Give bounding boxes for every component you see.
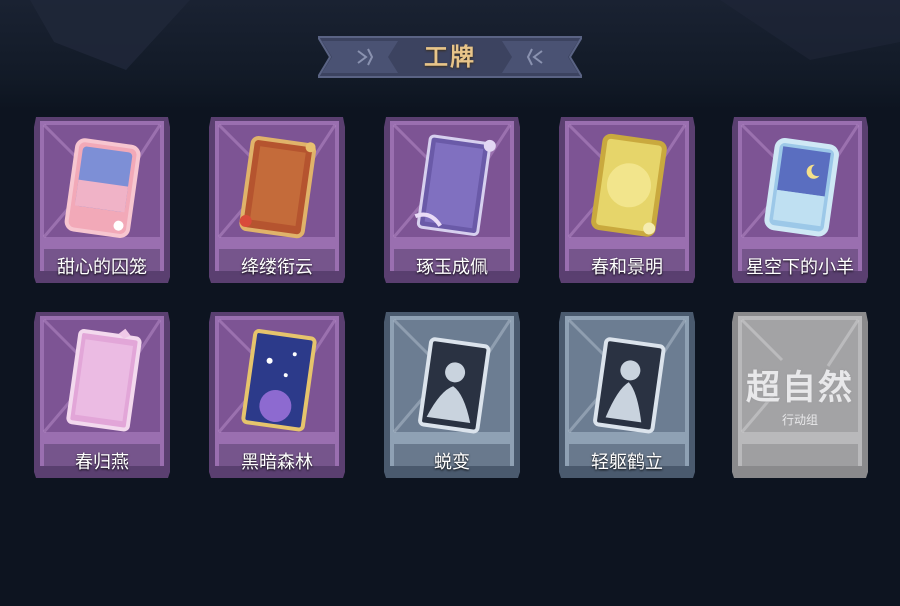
card-art	[241, 329, 317, 432]
card-label: 轻躯鹤立	[591, 452, 663, 473]
card-label: 琢玉成佩	[416, 257, 488, 278]
title-banner: 工牌	[318, 33, 582, 81]
card-art	[66, 328, 142, 432]
card-label: 星空下的小羊	[746, 257, 854, 278]
card-art	[64, 138, 141, 238]
card-label	[728, 448, 872, 478]
badge-card[interactable]: 星空下的小羊	[728, 113, 872, 285]
badge-card[interactable]: 蜕变	[380, 308, 524, 480]
card-art	[239, 136, 317, 239]
badge-card[interactable]: 春归燕	[30, 308, 174, 480]
badge-card[interactable]: 超自然 行动组	[728, 308, 872, 480]
game-logo: 超自然 行动组	[728, 360, 872, 428]
card-label: 春归燕	[75, 452, 129, 473]
card-label: 黑暗森林	[241, 452, 313, 473]
logo-subtext: 行动组	[781, 413, 818, 427]
badge-card[interactable]: 黑暗森林	[205, 308, 349, 480]
logo-text: 超自然	[746, 368, 854, 408]
badge-card[interactable]: 绛缕衔云	[205, 113, 349, 285]
badge-card[interactable]: 甜心的囚笼	[30, 113, 174, 285]
badge-card[interactable]: 轻躯鹤立	[555, 308, 699, 480]
card-label: 绛缕衔云	[241, 257, 313, 278]
badge-card[interactable]: 琢玉成佩	[380, 113, 524, 285]
card-label: 蜕变	[434, 452, 470, 473]
page-title: 工牌	[424, 43, 476, 71]
card-art	[418, 337, 491, 434]
card-art	[591, 133, 667, 237]
card-art	[764, 138, 839, 237]
badge-card[interactable]: 春和景明	[555, 113, 699, 285]
card-art	[593, 337, 666, 434]
card-label: 春和景明	[591, 257, 663, 278]
card-label: 甜心的囚笼	[57, 257, 147, 278]
